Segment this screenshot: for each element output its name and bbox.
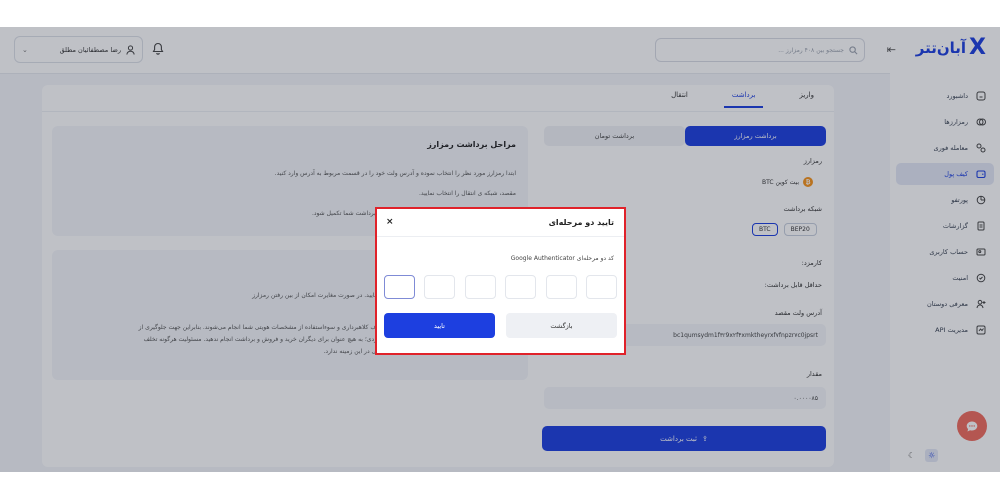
modal-title: تایید دو مرحله‌ای (548, 218, 614, 227)
otp-digit-5[interactable] (545, 275, 577, 299)
two-factor-modal: تایید دو مرحله‌ای × کد دو مرحله‌ای Googl… (375, 207, 626, 355)
close-icon[interactable]: × (386, 217, 394, 227)
otp-digit-6[interactable] (585, 275, 617, 299)
otp-digit-2[interactable] (424, 275, 456, 299)
otp-digit-4[interactable] (505, 275, 537, 299)
app-window: X آبان‌تتر ⇤ جستجو بین ۴۰۸ رمزارز ... رض… (0, 27, 1000, 472)
otp-label: کد دو مرحله‌ای Google Authenticator (510, 255, 614, 262)
otp-digit-1[interactable] (384, 275, 415, 299)
otp-inputs (384, 275, 617, 299)
modal-divider (377, 236, 624, 237)
confirm-button[interactable]: تایید (384, 313, 495, 338)
otp-digit-3[interactable] (464, 275, 496, 299)
back-button[interactable]: بازگشت (506, 313, 617, 338)
